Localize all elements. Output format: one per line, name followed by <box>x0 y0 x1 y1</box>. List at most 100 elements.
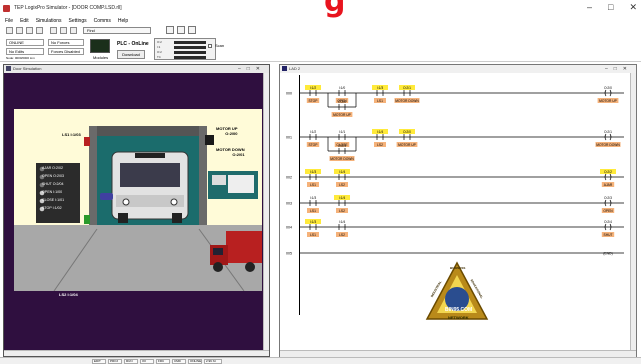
io-bar-0 <box>174 41 206 44</box>
bus-sign <box>135 153 165 158</box>
menu-help[interactable]: Help <box>118 18 128 24</box>
window-icon <box>6 66 11 71</box>
panel-item-5[interactable]: STOP I:1/02 <box>42 206 82 214</box>
rung-1-contact-2-addr: I:1/4 <box>377 130 384 134</box>
ls1-label: LS1 I:1/03 <box>62 132 81 137</box>
ladder-window: LAD 2 –□✕ 000 I:1/2 STOP I:1/0 OPEN I:1/3 LS1 O… <box>279 64 637 358</box>
menu-bar: File Edit Simulations Settings Comms Help <box>0 16 641 25</box>
search-box[interactable]: Find <box>83 27 151 34</box>
rung-4-contact-1-tag: LS2 <box>339 233 345 237</box>
rung-5-end: (END) <box>603 252 612 256</box>
edit-select[interactable]: No Edits <box>6 48 44 55</box>
ladder-horizontal-scrollbar[interactable] <box>280 350 636 357</box>
rung-0-contact-3-tag: MOTOR DOWN <box>395 99 419 103</box>
open-file-button[interactable] <box>16 27 23 34</box>
io-label-0: O:2 <box>157 40 162 44</box>
rung-number-5: 005 <box>286 252 292 256</box>
rung-0-contact-0-addr: I:1/2 <box>310 86 317 90</box>
rung-0-coil-tag: MOTOR UP <box>599 99 618 103</box>
minimize-button[interactable]: – <box>587 2 592 13</box>
panel-item-3[interactable]: OPEN I:1/00 <box>42 190 82 198</box>
ls1-switch <box>84 137 90 146</box>
rung-1-coil-tag: MOTOR DOWN <box>596 143 620 147</box>
modules-label: Modules <box>93 55 109 60</box>
rung-0-coil-addr: O:2/0 <box>604 86 612 90</box>
rung-4-contact-0-tag: LS1 <box>310 233 316 237</box>
sim-window-controls[interactable]: –□✕ <box>238 65 266 73</box>
simulation-window: Door Simulation –□✕ LS1 I:1/03 LS2 I:1/0… <box>3 64 270 357</box>
rung-2-contact-0-addr: I:1/3 <box>310 170 317 174</box>
menu-simulations[interactable]: Simulations <box>36 18 62 24</box>
rung-0-branch-contact-tag: MOTOR UP <box>333 113 352 117</box>
download-button[interactable]: Download <box>117 50 145 59</box>
simulation-title-text: Door Simulation <box>13 66 42 71</box>
zoom-out-icon[interactable] <box>188 26 196 34</box>
io-label-1: I:1 <box>157 45 161 49</box>
status-cell-7: 2.99 Xc <box>204 359 222 364</box>
status-cell-0: EDIT <box>92 359 106 364</box>
small-car <box>100 193 113 200</box>
paste-button[interactable] <box>70 27 77 34</box>
menu-settings[interactable]: Settings <box>69 18 87 24</box>
zoom-in-icon[interactable] <box>177 26 185 34</box>
forces-select[interactable]: Forces Disabled <box>48 48 84 55</box>
menu-edit[interactable]: Edit <box>20 18 29 24</box>
rung-0-branch-contact-addr: O:2/0 <box>338 100 346 104</box>
rung-3-coil-tag: OPEN <box>603 209 613 213</box>
panel-item-2: SHUT O:2/04 <box>42 182 64 186</box>
menu-file[interactable]: File <box>5 18 13 24</box>
rung-number-1: 001 <box>286 136 292 140</box>
app-icon <box>3 4 10 12</box>
rung-4-contact-0-addr: I:1/3 <box>310 220 317 224</box>
mode-sub-select[interactable]: No Forces <box>48 39 84 46</box>
maximize-button[interactable]: □ <box>608 2 613 13</box>
rung-4-contact-1-addr: I:1/4 <box>339 220 346 224</box>
rung-4-coil-addr: O:2/4 <box>604 220 612 224</box>
rung-3-coil-addr: O:2/3 <box>604 196 612 200</box>
motor-down-label: MOTOR DOWN O:2/01 <box>216 147 245 157</box>
new-file-button[interactable] <box>6 27 13 34</box>
logo-bottom-text: NETWORK <box>448 315 469 320</box>
io-bar-1 <box>174 46 206 49</box>
status-cell-2: RUN <box>124 359 138 364</box>
logo-top-text: BUSINESS <box>450 266 466 270</box>
rung-1-contact-2-tag: LS2 <box>377 143 383 147</box>
ladder-window-controls[interactable]: –□✕ <box>605 65 633 73</box>
rung-2-contact-1-addr: I:1/4 <box>339 170 346 174</box>
window-title: TEP LogixPro Simulator - [DOOR COMP.LSD.… <box>14 5 122 11</box>
rung-0-contact-2-tag: LS1 <box>377 99 383 103</box>
rung-1-contact-0-tag: STOP <box>309 143 319 147</box>
scan-checkbox[interactable] <box>208 44 212 48</box>
panel-item-4[interactable]: CLOSE I:1/01 <box>42 198 82 206</box>
find-icon[interactable] <box>166 26 174 34</box>
rung-1-branch-contact-addr: O:2/1 <box>338 144 346 148</box>
ladder-vertical-scrollbar[interactable] <box>630 73 636 351</box>
status-cell-4: FRC <box>156 359 170 364</box>
mode-select[interactable]: ONLINE <box>6 39 44 46</box>
rung-3-contact-0-addr: I:1/3 <box>310 196 317 200</box>
sim-vertical-scrollbar[interactable] <box>263 73 269 350</box>
node-label: Node: 0000/0000 Lim <box>6 56 35 60</box>
print-button[interactable] <box>36 27 43 34</box>
rung-2-coil-tag: AJAR <box>604 183 613 187</box>
rung-number-3: 003 <box>286 202 292 206</box>
rung-number-0: 000 <box>286 92 292 96</box>
door-motor <box>205 135 214 145</box>
bus-windshield <box>120 163 180 187</box>
close-button[interactable]: ✕ <box>629 2 637 13</box>
rung-2-coil-addr: O:2/2 <box>604 170 612 174</box>
rung-1-contact-1-addr: I:1/1 <box>339 130 346 134</box>
logo-main-text: BIN95.COM <box>445 307 473 313</box>
rung-1-contact-3-tag: MOTOR UP <box>398 143 417 147</box>
menu-comms[interactable]: Comms <box>94 18 111 24</box>
save-file-button[interactable] <box>26 27 33 34</box>
sim-horizontal-scrollbar[interactable] <box>4 350 269 356</box>
modules-icon[interactable] <box>90 39 110 53</box>
cut-button[interactable] <box>50 27 57 34</box>
door-header <box>89 126 207 136</box>
ls2-switch <box>84 215 90 224</box>
status-cell-3: I/O <box>140 359 154 364</box>
copy-button[interactable] <box>60 27 67 34</box>
truck-body <box>226 231 262 263</box>
door-post-left <box>89 126 97 229</box>
